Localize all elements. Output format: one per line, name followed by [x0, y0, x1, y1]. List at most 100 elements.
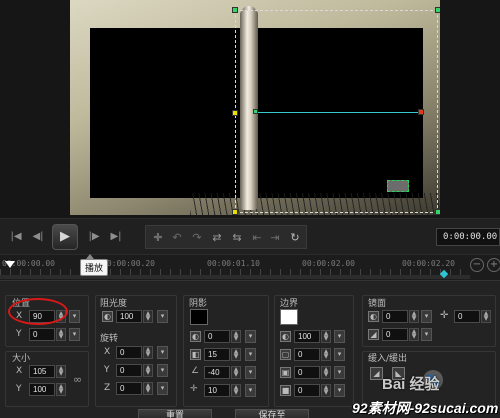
timeline-track-bar[interactable] [0, 275, 470, 279]
baidu-jingyan-watermark: Bai 经验 [382, 376, 440, 393]
border-width-dropdown[interactable]: ▾ [334, 348, 345, 361]
ruler-label-3: 00:00:02.00 [302, 259, 355, 268]
rotation-y-spinner[interactable]: ▲ ▼ [143, 364, 153, 377]
timecode-display[interactable]: 0:00:00.00 [436, 228, 500, 246]
size-x-spinner[interactable]: ▲ ▼ [56, 365, 66, 378]
add-keyframe-icon[interactable]: ✚ [151, 231, 165, 245]
rotation-z-input[interactable]: 0 [116, 382, 142, 395]
go-to-start-icon[interactable]: |◀ [8, 229, 24, 245]
rotation-x-dropdown[interactable]: ▾ [157, 346, 168, 359]
mirror-offset-input[interactable]: 0 [454, 310, 480, 323]
swap-icon[interactable]: ⇄ [210, 231, 224, 245]
shadow-distance-spinner[interactable]: ▲ ▼ [231, 348, 241, 361]
link-aspect-icon[interactable]: ∞ [73, 373, 82, 386]
next-keyframe-icon[interactable]: ⇥ [268, 231, 282, 245]
border-opacity-icon: ◐ [280, 331, 291, 342]
shadow-opacity-dropdown[interactable]: ▾ [245, 330, 256, 343]
mirror-opacity-input[interactable]: 0 [382, 310, 408, 323]
sub-object-marker[interactable] [387, 180, 409, 192]
border-corner-dropdown[interactable]: ▾ [334, 366, 345, 379]
reverse-icon[interactable]: ↷ [190, 231, 204, 245]
opacity-dropdown[interactable]: ▾ [157, 310, 168, 323]
go-to-end-icon[interactable]: ▶| [108, 229, 124, 245]
rotation-z-dropdown[interactable]: ▾ [157, 382, 168, 395]
shadow-blur-spinner[interactable]: ▲ ▼ [231, 384, 241, 397]
opacity-input[interactable]: 100 [116, 310, 142, 323]
rotation-z-spinner[interactable]: ▲ ▼ [143, 382, 153, 395]
rotation-x-spinner[interactable]: ▲ ▼ [143, 346, 153, 359]
play-button[interactable]: ▶ [52, 224, 78, 250]
shadow-angle-input[interactable]: -40 [204, 366, 230, 379]
position-y-dropdown[interactable]: ▾ [69, 328, 80, 341]
rotation-y-dropdown[interactable]: ▾ [157, 364, 168, 377]
timeline-ruler[interactable]: 00:00:00.00 00:00:00.20 00:00:01.10 00:0… [0, 254, 500, 280]
border-title: 边界 [280, 299, 299, 309]
zoom-out-icon[interactable]: − [470, 258, 484, 272]
size-y-spinner[interactable]: ▲ ▼ [56, 383, 66, 396]
prev-frame-icon[interactable]: ◀| [30, 229, 46, 245]
preview-canvas[interactable] [70, 0, 440, 215]
playhead-marker[interactable] [5, 261, 15, 268]
shadow-opacity-spinner[interactable]: ▲ ▼ [231, 330, 241, 343]
play-tooltip: 播放 [80, 259, 109, 276]
shadow-color-swatch[interactable] [190, 309, 208, 325]
mirror-opacity-spinner[interactable]: ▲ ▼ [409, 310, 419, 323]
rotation-y-input[interactable]: 0 [116, 364, 142, 377]
shadow-angle-spinner[interactable]: ▲ ▼ [231, 366, 241, 379]
border-width-input[interactable]: 0 [294, 348, 320, 361]
switch-icon[interactable]: ⇆ [230, 231, 244, 245]
guide-anchor-left[interactable] [253, 109, 258, 114]
border-opacity-spinner[interactable]: ▲ ▼ [321, 330, 331, 343]
position-y-input[interactable]: 0 [29, 328, 55, 341]
ruler-label-4: 00:00:02.20 [402, 259, 455, 268]
mirror-fade-input[interactable]: 0 [382, 328, 408, 341]
remove-keyframe-icon[interactable]: ↶ [170, 231, 184, 245]
mirror-offset-spinner[interactable]: ▲ ▼ [481, 310, 491, 323]
handle-bottom-left[interactable] [232, 209, 238, 215]
position-x-dropdown[interactable]: ▾ [69, 310, 80, 323]
site-watermark: 92素材网-92sucai.com [352, 400, 499, 416]
border-width-spinner[interactable]: ▲ ▼ [321, 348, 331, 361]
border-soft-spinner[interactable]: ▲ ▼ [321, 384, 331, 397]
position-y-spinner[interactable]: ▲ ▼ [56, 328, 66, 341]
size-y-label: Y [16, 384, 22, 394]
shadow-opacity-input[interactable]: 0 [204, 330, 230, 343]
shadow-angle-icon: ∠ [191, 366, 200, 376]
center-guide-line [255, 112, 423, 113]
shadow-distance-input[interactable]: 15 [204, 348, 230, 361]
mirror-fade-dropdown[interactable]: ▾ [421, 328, 432, 341]
next-frame-icon[interactable]: |▶ [86, 229, 102, 245]
border-color-swatch[interactable] [280, 309, 298, 325]
mirror-opacity-dropdown[interactable]: ▾ [421, 310, 432, 323]
shadow-angle-dropdown[interactable]: ▾ [245, 366, 256, 379]
shadow-distance-dropdown[interactable]: ▾ [245, 348, 256, 361]
opacity-spinner[interactable]: ▲ ▼ [143, 310, 153, 323]
opacity-icon: ◐ [102, 311, 113, 322]
handle-top-right[interactable] [435, 7, 440, 13]
border-opacity-input[interactable]: 100 [294, 330, 320, 343]
guide-anchor-right[interactable] [418, 109, 424, 115]
mirror-fade-spinner[interactable]: ▲ ▼ [409, 328, 419, 341]
shadow-blur-input[interactable]: 10 [204, 384, 230, 397]
size-x-input[interactable]: 105 [29, 365, 55, 378]
border-soft-input[interactable]: 0 [294, 384, 320, 397]
loop-icon[interactable]: ↻ [288, 231, 302, 245]
preview-window [0, 0, 500, 218]
handle-mid-left[interactable] [232, 110, 238, 116]
border-soft-dropdown[interactable]: ▾ [334, 384, 345, 397]
mirror-offset-icon: ✛ [440, 310, 449, 321]
ruler-label-1: 00:00:00.20 [102, 259, 155, 268]
prev-keyframe-icon[interactable]: ⇤ [250, 231, 264, 245]
save-as-button[interactable]: 保存至 [235, 409, 309, 418]
border-corner-input[interactable]: 0 [294, 366, 320, 379]
zoom-in-icon[interactable]: + [487, 258, 500, 272]
reset-button[interactable]: 重置 [138, 409, 212, 418]
shadow-blur-dropdown[interactable]: ▾ [245, 384, 256, 397]
handle-bottom-right[interactable] [435, 209, 440, 215]
border-corner-spinner[interactable]: ▲ ▼ [321, 366, 331, 379]
size-y-input[interactable]: 100 [29, 383, 55, 396]
border-opacity-dropdown[interactable]: ▾ [334, 330, 345, 343]
rotation-x-input[interactable]: 0 [116, 346, 142, 359]
size-x-label: X [16, 366, 23, 376]
handle-top-left[interactable] [232, 7, 238, 13]
